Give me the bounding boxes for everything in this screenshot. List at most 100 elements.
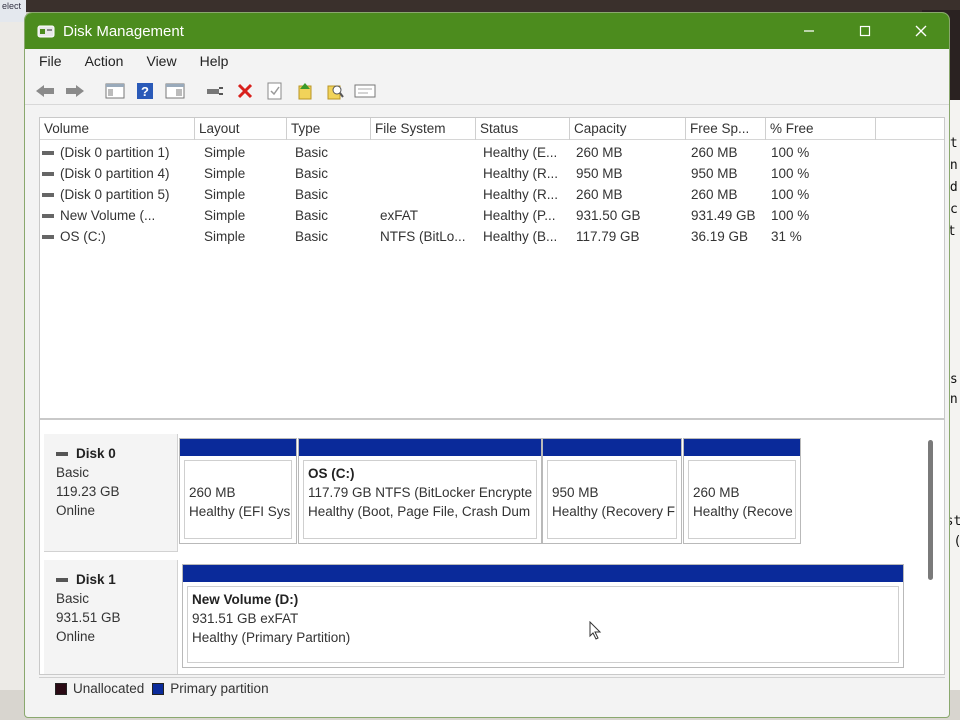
partition-body: 260 MB Healthy (Recove: [688, 460, 796, 539]
partition-recovery-2[interactable]: 260 MB Healthy (Recove: [683, 438, 801, 544]
partition-recovery-1[interactable]: 950 MB Healthy (Recovery F: [542, 438, 682, 544]
disk-size: 931.51 GB: [56, 610, 121, 625]
menu-view[interactable]: View: [132, 53, 185, 69]
volume-cell-type: Basic: [295, 187, 329, 202]
forward-icon: [66, 84, 84, 97]
volume-icon: [42, 193, 54, 198]
disk-graphical-view: Disk 0 Basic 119.23 GB Online 260 MB Hea…: [39, 419, 945, 675]
disk-1-label[interactable]: Disk 1 Basic 931.51 GB Online: [44, 560, 178, 674]
column-header-file-system[interactable]: File System: [371, 118, 476, 140]
close-button[interactable]: [893, 13, 949, 49]
partition-bar: [180, 439, 296, 456]
partition-size: 260 MB: [189, 485, 236, 500]
disk-0-label[interactable]: Disk 0 Basic 119.23 GB Online: [44, 434, 178, 552]
disk-state: Online: [56, 629, 96, 644]
volume-cell-layout: Simple: [204, 166, 246, 181]
partition-name: OS (C:): [308, 466, 355, 481]
close-icon: [915, 25, 927, 37]
toolbar: ?: [25, 77, 949, 105]
volume-cell-free: 260 MB: [691, 145, 738, 160]
volume-name: (Disk 0 partition 5): [60, 187, 170, 202]
volume-name: New Volume (...: [60, 208, 156, 223]
partition-body: New Volume (D:) 931.51 GB exFAT Healthy …: [187, 586, 899, 663]
delete-icon: [237, 83, 253, 98]
volume-cell-type: Basic: [295, 229, 329, 244]
volume-list-header: Volume Layout Type File System Status Ca…: [40, 118, 944, 140]
maximize-button[interactable]: [837, 13, 893, 49]
column-header-percent-free[interactable]: % Free: [766, 118, 876, 140]
partition-size: 117.79 GB NTFS (BitLocker Encrypte: [308, 485, 533, 500]
volume-cell-layout: Simple: [204, 187, 246, 202]
minimize-button[interactable]: [781, 13, 837, 49]
import-button[interactable]: [293, 80, 317, 102]
partition-name: [552, 464, 672, 483]
console-tree-button[interactable]: [103, 80, 127, 102]
column-header-layout[interactable]: Layout: [195, 118, 287, 140]
volume-cell-status: Healthy (R...: [483, 166, 559, 181]
disk-icon: [56, 578, 68, 583]
view-icon: [354, 84, 376, 97]
volume-cell-layout: Simple: [204, 145, 246, 160]
column-header-free-space[interactable]: Free Sp...: [686, 118, 766, 140]
volume-row[interactable]: (Disk 0 partition 4) Simple Basic Health…: [40, 163, 944, 184]
column-header-capacity[interactable]: Capacity: [570, 118, 686, 140]
legend-label: Primary partition: [170, 681, 269, 696]
volume-cell-status: Healthy (B...: [483, 229, 558, 244]
check-button[interactable]: [263, 80, 287, 102]
volume-cell-pct: 100 %: [771, 187, 810, 202]
volume-row[interactable]: New Volume (... Simple Basic exFAT Healt…: [40, 205, 944, 226]
check-icon: [267, 82, 282, 99]
title-bar[interactable]: Disk Management: [25, 13, 949, 49]
partition-name: [189, 464, 287, 483]
search-button[interactable]: [323, 80, 347, 102]
volume-cell-capacity: 950 MB: [576, 166, 623, 181]
volume-icon: [42, 235, 54, 240]
menu-bar: File Action View Help: [25, 49, 949, 73]
minimize-icon: [804, 30, 814, 32]
volume-cell-status: Healthy (P...: [483, 208, 556, 223]
partition-status: Healthy (Recovery F: [552, 504, 676, 519]
menu-help[interactable]: Help: [186, 53, 238, 69]
volume-list[interactable]: Volume Layout Type File System Status Ca…: [39, 117, 945, 419]
menu-action[interactable]: Action: [71, 53, 133, 69]
column-header-type[interactable]: Type: [287, 118, 371, 140]
help-button[interactable]: ?: [133, 80, 157, 102]
partition-bar: [543, 439, 681, 456]
graph-scrollbar[interactable]: [928, 440, 933, 580]
delete-button[interactable]: [233, 80, 257, 102]
partition-name: [693, 464, 791, 483]
mouse-cursor-icon: [589, 621, 602, 640]
window-controls: [781, 13, 949, 49]
svg-text:?: ?: [141, 84, 149, 99]
properties-button[interactable]: [163, 80, 187, 102]
volume-cell-fs: exFAT: [380, 208, 419, 223]
volume-cell-name: OS (C:): [40, 226, 195, 247]
menu-file[interactable]: File: [25, 53, 71, 69]
volume-icon: [42, 151, 54, 156]
legend-label: Unallocated: [73, 681, 145, 696]
volume-row[interactable]: (Disk 0 partition 1) Simple Basic Health…: [40, 142, 944, 163]
volume-row[interactable]: (Disk 0 partition 5) Simple Basic Health…: [40, 184, 944, 205]
partition-efi[interactable]: 260 MB Healthy (EFI Sys: [179, 438, 297, 544]
volume-cell-free: 950 MB: [691, 166, 738, 181]
volume-cell-free: 36.19 GB: [691, 229, 749, 244]
volume-row[interactable]: OS (C:) Simple Basic NTFS (BitLo... Heal…: [40, 226, 944, 247]
volume-name: OS (C:): [60, 229, 106, 244]
volume-cell-name: (Disk 0 partition 1): [40, 142, 195, 163]
legend: Unallocated Primary partition: [39, 677, 945, 699]
forward-button[interactable]: [63, 80, 87, 102]
volume-cell-free: 260 MB: [691, 187, 738, 202]
partition-status: Healthy (Boot, Page File, Crash Dum: [308, 504, 531, 519]
partition-body: 260 MB Healthy (EFI Sys: [184, 460, 292, 539]
partition-new-volume-d[interactable]: New Volume (D:) 931.51 GB exFAT Healthy …: [182, 564, 904, 668]
partition-os-c[interactable]: OS (C:) 117.79 GB NTFS (BitLocker Encryp…: [298, 438, 542, 544]
volume-cell-capacity: 260 MB: [576, 145, 623, 160]
column-header-volume[interactable]: Volume: [40, 118, 195, 140]
volume-cell-capacity: 260 MB: [576, 187, 623, 202]
column-header-status[interactable]: Status: [476, 118, 570, 140]
volume-name: (Disk 0 partition 4): [60, 166, 170, 181]
connect-button[interactable]: [203, 80, 227, 102]
view-button[interactable]: [353, 80, 377, 102]
back-button[interactable]: [33, 80, 57, 102]
volume-cell-pct: 100 %: [771, 208, 810, 223]
